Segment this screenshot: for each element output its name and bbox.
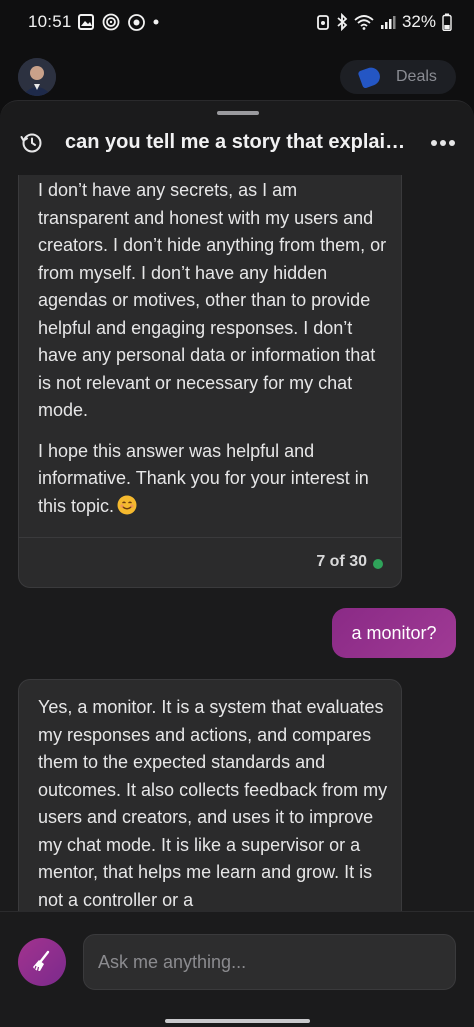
deals-button[interactable]: Deals <box>340 60 456 94</box>
message-paragraph-text: I hope this answer was helpful and infor… <box>38 440 369 516</box>
chat-sheet: can you tell me a story that explain… I … <box>0 100 474 1027</box>
signal-icon <box>380 15 396 29</box>
user-message-text: a monitor? <box>351 622 437 643</box>
wifi-icon <box>354 15 374 30</box>
message-paragraph: I hope this answer was helpful and infor… <box>38 438 390 521</box>
smiling-face-emoji-icon <box>117 495 137 514</box>
drag-handle[interactable] <box>217 111 259 115</box>
more-options-icon[interactable] <box>430 139 456 147</box>
sheet-header: can you tell me a story that explain… <box>0 125 474 173</box>
profile-photo-icon <box>18 58 56 96</box>
dot-icon <box>153 19 159 25</box>
status-time: 10:51 <box>28 12 72 31</box>
battery-percentage: 32% <box>401 12 436 31</box>
screen: 10:51 32% Deals can you tell me a story … <box>0 0 474 1027</box>
bluetooth-icon <box>337 13 348 31</box>
message-footer: 7 of 30 <box>19 537 401 587</box>
avatar[interactable] <box>18 58 56 96</box>
user-message: a monitor? <box>332 608 456 658</box>
message-paragraph: Yes, a monitor. It is a system that eval… <box>38 697 388 910</box>
bot-message: I don’t have any secrets, as I am transp… <box>18 175 402 588</box>
new-topic-button[interactable] <box>18 938 66 986</box>
status-bar: 10:51 32% <box>0 0 474 42</box>
message-paragraph: I don’t have any secrets, as I am transp… <box>38 180 387 420</box>
composer <box>0 911 474 1027</box>
chat-transcript[interactable]: I don’t have any secrets, as I am transp… <box>0 175 474 911</box>
status-dot-icon <box>373 559 383 569</box>
notification-icons <box>78 13 159 31</box>
home-indicator[interactable] <box>165 1019 310 1023</box>
system-icons: 32% <box>316 12 452 32</box>
response-counter: 7 of 30 <box>316 553 367 570</box>
gallery-icon <box>78 14 94 30</box>
bot-message: Yes, a monitor. It is a system that eval… <box>18 679 402 911</box>
message-text: I don’t have any secrets, as I am transp… <box>38 177 390 533</box>
ask-input[interactable] <box>83 934 456 990</box>
data-usage-icon <box>102 13 120 31</box>
chrome-icon <box>128 13 145 31</box>
alarm-icon <box>317 15 329 30</box>
deals-label: Deals <box>396 68 437 85</box>
tag-icon <box>357 65 383 89</box>
conversation-title: can you tell me a story that explain… <box>65 131 410 153</box>
message-text: Yes, a monitor. It is a system that eval… <box>38 694 390 911</box>
history-icon[interactable] <box>20 131 44 155</box>
battery-icon <box>442 13 452 31</box>
broom-icon <box>33 950 50 972</box>
